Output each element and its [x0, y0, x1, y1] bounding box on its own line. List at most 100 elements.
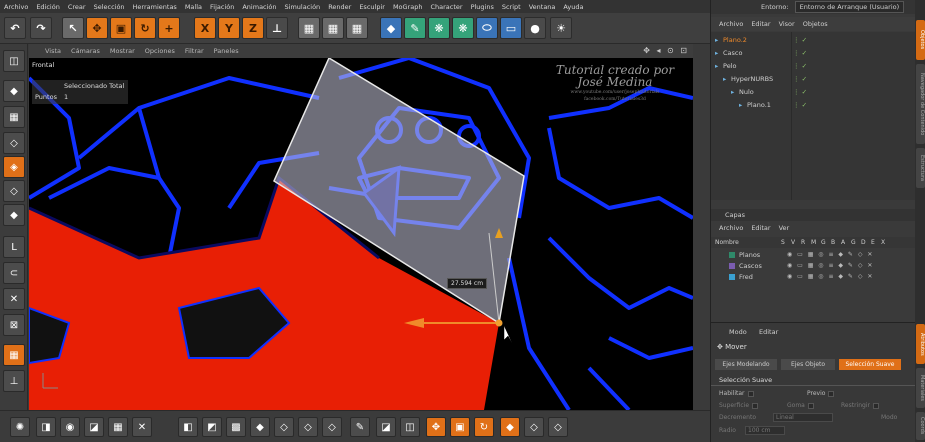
object-visibility-flags[interactable]: ⋮ ✓	[793, 62, 807, 70]
layer-color-swatch[interactable]	[729, 263, 735, 269]
layer-color-swatch[interactable]	[729, 274, 735, 280]
texture-mode-button[interactable]: ▦	[3, 106, 25, 128]
sidetab-materiales[interactable]: Materiales	[916, 368, 925, 408]
sidetab-estructura[interactable]: Estructura	[916, 148, 925, 188]
menu-item[interactable]: Character	[430, 3, 462, 11]
layer-row[interactable]: Planos ◉ ▭ ▦ ◎ ≡ ◆ ✎ ◇ ✕	[711, 250, 915, 260]
object-row[interactable]: ▸ Pelo ⋮ ✓	[711, 60, 915, 72]
add-tool-button[interactable]: +	[158, 17, 180, 39]
superficie-checkbox[interactable]	[752, 402, 759, 409]
viewport-frontal[interactable]: Frontal Seleccionado Total Puntos 1 Tuto…	[29, 58, 693, 410]
coordinate-system-button[interactable]: ⊥	[266, 17, 288, 39]
layers-menu-item[interactable]: Ver	[779, 224, 790, 232]
decremento-select[interactable]: Lineal	[773, 413, 833, 422]
object-name[interactable]: HyperNURBS	[731, 75, 773, 83]
entorno-select[interactable]: Entorno de Arranque (Usuario)	[794, 1, 905, 13]
menu-item[interactable]: Simulación	[285, 3, 321, 11]
menu-item[interactable]: MoGraph	[393, 3, 423, 11]
viewport-menu-item[interactable]: Opciones	[145, 47, 175, 55]
layer-name[interactable]: Cascos	[739, 262, 762, 270]
magnet-button[interactable]: ⊂	[3, 262, 25, 284]
iron-button[interactable]: ◫	[400, 417, 420, 437]
move-tool-button[interactable]: ✥	[86, 17, 108, 39]
viewport-menu-item[interactable]: Vista	[45, 47, 61, 55]
layer-name[interactable]: Planos	[739, 251, 760, 259]
array-button[interactable]: ❋	[452, 17, 474, 39]
floor-button[interactable]: ▭	[500, 17, 522, 39]
render-picture-viewer-button[interactable]: ▦	[322, 17, 344, 39]
sidetab-atributos[interactable]: Atributos	[916, 324, 925, 364]
stitch-button[interactable]: ◇	[322, 417, 342, 437]
polygon-pen-button[interactable]: ◧	[178, 417, 198, 437]
deformer-button[interactable]: ⬭	[476, 17, 498, 39]
object-row[interactable]: ▸ Nulo ⋮ ✓	[711, 86, 915, 98]
model-mode-button[interactable]: ◆	[3, 80, 25, 102]
menu-item[interactable]: Selección	[94, 3, 125, 11]
make-editable-button[interactable]: ◫	[3, 50, 25, 72]
menu-item[interactable]: Plugins	[471, 3, 494, 11]
render-settings-button[interactable]: ▦	[346, 17, 368, 39]
snap-button[interactable]: ✕	[3, 288, 25, 310]
layer-row[interactable]: Fred ◉ ▭ ▦ ◎ ≡ ◆ ✎ ◇ ✕	[711, 272, 915, 282]
layer-toggle-icons[interactable]: ◉ ▭ ▦ ◎ ≡ ◆ ✎ ◇ ✕	[787, 251, 874, 258]
viewport-menu-item[interactable]: Filtrar	[185, 47, 204, 55]
polygons-mode-button[interactable]: ◆	[3, 204, 25, 226]
viewport-menu-item[interactable]: Cámaras	[71, 47, 100, 55]
layer-color-swatch[interactable]	[729, 252, 735, 258]
objects-menu-item[interactable]: Visor	[779, 20, 795, 28]
menu-item[interactable]: Crear	[68, 3, 86, 11]
sidetab-objetos[interactable]: Objetos	[916, 20, 925, 60]
layers-menu-item[interactable]: Editar	[751, 224, 770, 232]
attr-menu-editar[interactable]: Editar	[759, 328, 778, 336]
enable-axis-button[interactable]: ◨	[36, 417, 56, 437]
goma-field[interactable]: Goma	[787, 402, 814, 409]
menu-item[interactable]: Malla	[185, 3, 202, 11]
object-visibility-flags[interactable]: ⋮ ✓	[793, 75, 807, 83]
scale-tool-button[interactable]: ▣	[110, 17, 132, 39]
weld-button[interactable]: ◇	[298, 417, 318, 437]
object-row[interactable]: ▸ Casco ⋮ ✓	[711, 47, 915, 59]
object-visibility-flags[interactable]: ⋮ ✓	[793, 49, 807, 57]
extrude-button[interactable]: ▩	[226, 417, 246, 437]
x-axis-button[interactable]: X	[194, 17, 216, 39]
slide-button[interactable]: ◪	[376, 417, 396, 437]
undo-button[interactable]: ↶	[4, 17, 26, 39]
light-button[interactable]: ☀	[550, 17, 572, 39]
objects-menu-item[interactable]: Archivo	[719, 20, 743, 28]
axis-helper-button[interactable]: ⊥	[3, 370, 25, 392]
object-row[interactable]: ▸ HyperNURBS ⋮ ✓	[711, 73, 915, 85]
scale-button[interactable]: ▣	[450, 417, 470, 437]
live-selection-button[interactable]: ↖	[62, 17, 84, 39]
menu-item[interactable]: Esculpir	[359, 3, 385, 11]
object-visibility-flags[interactable]: ⋮ ✓	[793, 88, 807, 96]
knife-button[interactable]: ◩	[202, 417, 222, 437]
object-row[interactable]: ▸ Plano.2 ⋮ ✓	[711, 34, 915, 46]
bridge-button[interactable]: ◇	[274, 417, 294, 437]
menu-item[interactable]: Edición	[36, 3, 60, 11]
radio-input[interactable]: 100 cm	[745, 426, 785, 435]
previo-checkbox[interactable]	[828, 390, 835, 397]
lock-workplane-button[interactable]: ⊠	[3, 314, 25, 336]
solo-button[interactable]: ▦	[3, 344, 25, 366]
object-name[interactable]: Plano.2	[723, 36, 747, 44]
menu-item[interactable]: Render	[328, 3, 351, 11]
bevel-button[interactable]: ◆	[250, 417, 270, 437]
edge-mode-button[interactable]: ◇	[524, 417, 544, 437]
menu-item[interactable]: Ayuda	[563, 3, 583, 11]
object-name[interactable]: Casco	[723, 49, 742, 57]
tab-ejes-modelando[interactable]: Ejes Modelando	[715, 359, 777, 370]
menu-item[interactable]: Fijación	[210, 3, 234, 11]
layer-toggle-icons[interactable]: ◉ ▭ ▦ ◎ ≡ ◆ ✎ ◇ ✕	[787, 262, 874, 269]
pen-spline-button[interactable]: ✎	[404, 17, 426, 39]
object-visibility-flags[interactable]: ⋮ ✓	[793, 36, 807, 44]
z-axis-button[interactable]: Z	[242, 17, 264, 39]
goma-checkbox[interactable]	[807, 402, 814, 409]
object-name[interactable]: Pelo	[723, 62, 736, 70]
object-row[interactable]: ▸ Plano.1 ⋮ ✓	[711, 99, 915, 111]
restringir-checkbox[interactable]	[872, 402, 879, 409]
redo-button[interactable]: ↷	[30, 17, 52, 39]
y-axis-button[interactable]: Y	[218, 17, 240, 39]
cube-object-button[interactable]: ◆	[380, 17, 402, 39]
menu-item[interactable]: Herramientas	[133, 3, 177, 11]
grid-button[interactable]: ▦	[108, 417, 128, 437]
